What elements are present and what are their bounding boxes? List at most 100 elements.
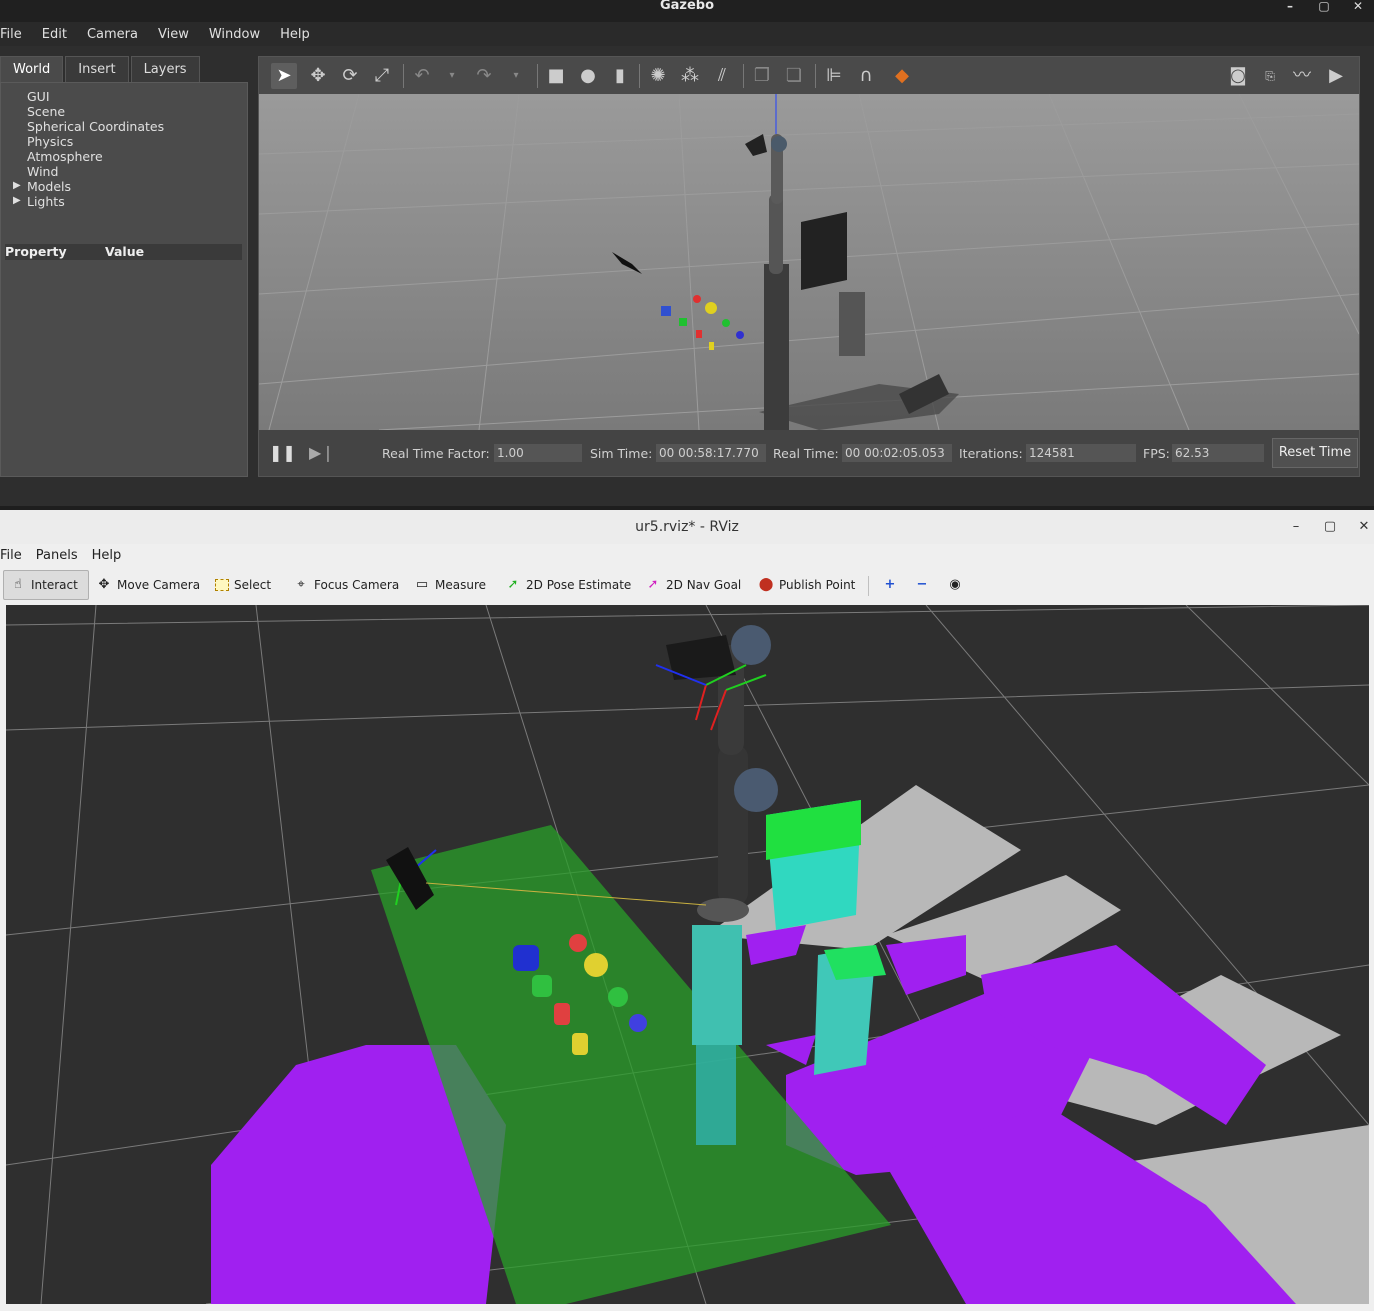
tree-item-wind[interactable]: Wind [27,164,58,179]
menu-panels[interactable]: Panels [36,548,78,563]
expand-arrow-icon[interactable]: ▶ [13,195,21,206]
scale-mode-icon[interactable]: ⤢ [369,63,395,89]
publish-point-tool[interactable]: ⬤ Publish Point [752,570,861,600]
reset-time-button[interactable]: Reset Time [1272,438,1358,468]
menu-window[interactable]: Window [209,27,270,42]
rviz-title: ur5.rviz* - RViz [635,519,739,535]
tab-insert[interactable]: Insert [65,56,129,82]
property-table-header: Property Value [5,244,242,260]
menu-view[interactable]: View [158,27,199,42]
tree-item-spherical-coordinates[interactable]: Spherical Coordinates [27,119,164,134]
minimize-button[interactable]: – [1286,510,1306,544]
translate-mode-icon[interactable]: ✥ [305,63,331,89]
close-button[interactable]: ✕ [1354,510,1374,544]
plot-icon[interactable]: 〰 [1289,63,1315,89]
maximize-button[interactable]: ▢ [1314,0,1334,14]
focus-camera-tool[interactable]: ⌖ Focus Camera [287,570,405,600]
green-arrow-icon: ➚ [507,577,519,592]
rviz-menubar: File Panels Help [0,544,1374,566]
step-icon[interactable]: ▶❘ [309,443,335,462]
sim-time-label: Sim Time: [590,446,653,461]
tree-item-physics[interactable]: Physics [27,134,73,149]
gazebo-menubar: File Edit Camera View Window Help [0,22,1374,46]
robot-joint [771,136,787,152]
interact-tool[interactable]: ☝ Interact [3,570,89,600]
real-time-label: Real Time: [773,446,839,461]
rviz-scene-render [6,605,1369,1304]
robot-pedestal [764,264,789,430]
move-camera-tool[interactable]: ✥ Move Camera [90,570,206,600]
tool-label: 2D Pose Estimate [526,578,632,592]
tree-item-atmosphere[interactable]: Atmosphere [27,149,103,164]
iterations-value: 124581 [1026,444,1136,462]
copy-icon[interactable]: ❐ [749,63,775,89]
pause-icon[interactable]: ❚❚ [269,443,296,462]
gazebo-toolbar: ➤ ✥ ⟳ ⤢ ↶ ▾ ↷ ▾ ■ ● ▮ ✺ ⁂ ⫽ ❐ ❏ ⊫ ∩ ◆ ◙ … [259,57,1359,94]
box-shape-icon[interactable]: ■ [543,63,569,89]
gazebo-titlebar: Gazebo – ▢ ✕ [0,0,1374,22]
rviz-toolbar: ☝ Interact ✥ Move Camera Select ⌖ Focus … [0,568,1374,602]
maximize-button[interactable]: ▢ [1320,510,1340,544]
gazebo-left-panel: World Insert Layers GUI Scene Spherical … [0,56,248,477]
ruler-icon: ▭ [415,577,429,592]
menu-file[interactable]: File [0,27,32,42]
menu-camera[interactable]: Camera [87,27,148,42]
rviz-titlebar: ur5.rviz* - RViz – ▢ ✕ [0,510,1374,544]
video-record-icon[interactable]: ▶ [1323,63,1349,89]
tree-item-gui[interactable]: GUI [27,89,50,104]
cylinder-shape-icon[interactable]: ▮ [607,63,633,89]
magenta-arrow-icon: ➚ [647,577,659,592]
real-time-value: 00 00:02:05.053 [842,444,952,462]
menu-help[interactable]: Help [92,548,122,563]
fps-value: 62.53 [1172,444,1264,462]
log-icon[interactable]: ⎘ [1257,63,1283,89]
minus-icon: − [916,577,928,592]
spot-light-icon[interactable]: ⁂ [677,63,703,89]
select-mode-icon[interactable]: ➤ [271,63,297,89]
minimize-button[interactable]: – [1280,0,1300,14]
expand-arrow-icon[interactable]: ▶ [13,180,21,191]
fps-label: FPS: [1143,446,1170,461]
remove-tool-button[interactable]: − [908,570,936,600]
align-icon[interactable]: ⊫ [821,63,847,89]
redo-icon[interactable]: ↷ [471,63,497,89]
tab-layers[interactable]: Layers [130,56,200,82]
screenshot-camera-icon[interactable]: ◙ [1225,63,1251,89]
move-arrows-icon: ✥ [98,577,110,592]
gazebo-status-bar: ❚❚ ▶❘ Real Time Factor: 1.00 Sim Time: 0… [259,430,1359,476]
paste-icon[interactable]: ❏ [781,63,807,89]
tree-item-lights[interactable]: Lights [27,194,65,209]
view-tool-button[interactable]: ◉ [941,570,969,600]
view-angle-icon[interactable]: ◆ [889,63,915,89]
directional-light-icon[interactable]: ⫽ [709,63,735,89]
menu-file[interactable]: File [0,548,22,563]
snap-magnet-icon[interactable]: ∩ [853,63,879,89]
gazebo-scene: ➤ ✥ ⟳ ⤢ ↶ ▾ ↷ ▾ ■ ● ▮ ✺ ⁂ ⫽ ❐ ❏ ⊫ ∩ ◆ ◙ … [258,56,1360,477]
iterations-label: Iterations: [959,446,1023,461]
tree-item-models[interactable]: Models [27,179,71,194]
undo-icon[interactable]: ↶ [409,63,435,89]
select-tool[interactable]: Select [209,570,277,600]
crosshair-icon: ⌖ [297,577,305,592]
add-tool-button[interactable]: + [876,570,904,600]
sphere-shape-icon[interactable]: ● [575,63,601,89]
wall-panel [801,212,847,290]
rviz-3d-viewport[interactable] [6,605,1369,1304]
tree-item-scene[interactable]: Scene [27,104,65,119]
cylinder-obstacle [839,292,865,356]
rotate-mode-icon[interactable]: ⟳ [337,63,363,89]
menu-edit[interactable]: Edit [42,27,77,42]
point-light-icon[interactable]: ✺ [645,63,671,89]
chevron-down-icon[interactable]: ▾ [503,63,529,89]
tool-label: 2D Nav Goal [666,578,742,592]
pose-estimate-tool[interactable]: ➚ 2D Pose Estimate [499,570,637,600]
close-button[interactable]: ✕ [1348,0,1368,14]
menu-help[interactable]: Help [280,27,320,42]
property-column-header: Property [5,244,67,259]
tab-world[interactable]: World [0,56,64,82]
gazebo-3d-viewport[interactable] [259,94,1359,430]
chevron-down-icon[interactable]: ▾ [439,63,465,89]
nav-goal-tool[interactable]: ➚ 2D Nav Goal [639,570,747,600]
tool-label: Publish Point [779,578,856,592]
measure-tool[interactable]: ▭ Measure [408,570,492,600]
